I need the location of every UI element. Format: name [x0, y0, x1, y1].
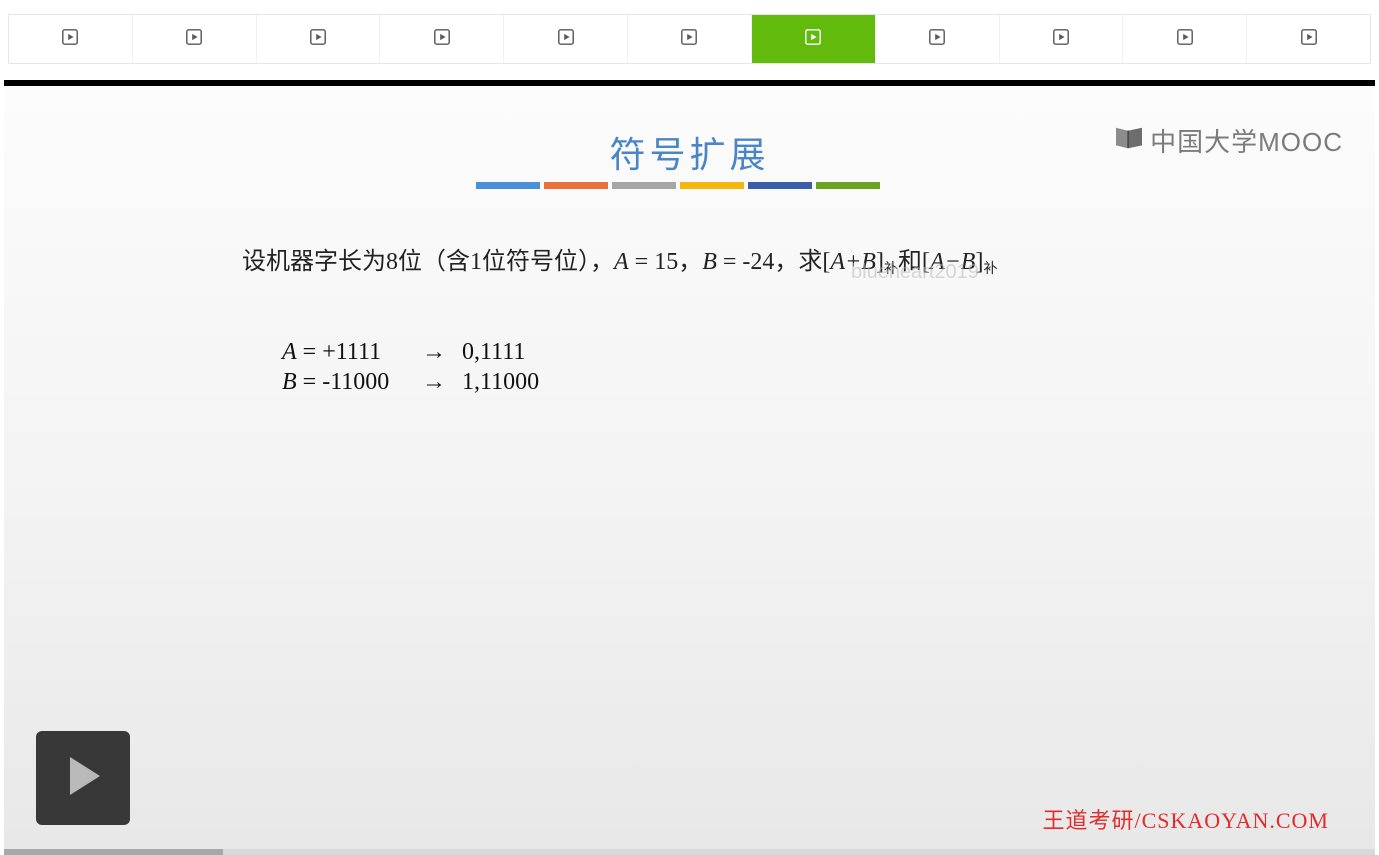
play-square-icon: [433, 28, 451, 51]
video-tab-7[interactable]: [876, 15, 1000, 63]
video-tab-6[interactable]: [752, 15, 876, 63]
play-square-icon: [1052, 28, 1070, 51]
problem-statement: 设机器字长为8位（含1位符号位），A = 15，B = -24，求[A+B]补和…: [242, 241, 997, 278]
var-B: B: [702, 249, 717, 275]
mooc-brand-text: 中国大学MOOC: [1150, 122, 1343, 159]
play-icon: [58, 751, 108, 806]
worked-rows: A = +1111→0,1111B = -11000→1,11000: [282, 338, 539, 398]
expr-AminusB: A−B: [930, 249, 976, 275]
video-tab-0[interactable]: [9, 15, 133, 63]
val-B: = -24，: [717, 249, 799, 275]
arrow-icon: →: [422, 368, 462, 396]
book-icon: [1114, 124, 1144, 157]
big-play-button[interactable]: [36, 731, 130, 825]
row-lhs: B = -11000: [282, 369, 422, 396]
play-square-icon: [185, 28, 203, 51]
problem-text: 和[: [898, 249, 930, 275]
worked-row: B = -11000→1,11000: [282, 368, 539, 398]
video-tab-4[interactable]: [504, 15, 628, 63]
play-square-icon: [680, 28, 698, 51]
problem-text: ]: [876, 249, 884, 275]
color-bar: [748, 182, 812, 189]
mooc-brand: 中国大学MOOC: [1114, 122, 1343, 159]
subscript-bu: 补: [983, 262, 997, 277]
video-player: 符号扩展 设机器字长为8位（含1位符号位），A = 15，B = -24，求[A…: [4, 80, 1375, 851]
video-tab-9[interactable]: [1123, 15, 1247, 63]
subscript-bu: 补: [884, 262, 898, 277]
play-square-icon: [309, 28, 327, 51]
play-square-icon: [1176, 28, 1194, 51]
play-square-icon: [1300, 28, 1318, 51]
video-tab-strip: [8, 14, 1371, 64]
row-rhs: 0,1111: [462, 339, 525, 366]
row-lhs: A = +1111: [282, 339, 422, 366]
video-progress-bar[interactable]: [4, 849, 1375, 855]
video-tab-3[interactable]: [380, 15, 504, 63]
play-square-icon: [557, 28, 575, 51]
play-square-icon: [804, 28, 822, 51]
problem-text: 求[: [798, 249, 830, 275]
video-tab-2[interactable]: [257, 15, 381, 63]
play-square-icon: [61, 28, 79, 51]
video-tab-1[interactable]: [133, 15, 257, 63]
problem-text: 设机器字长为8位（含1位符号位），: [242, 249, 614, 275]
video-tab-5[interactable]: [628, 15, 752, 63]
var-A: A: [614, 249, 629, 275]
val-A: = 15，: [629, 249, 703, 275]
worked-row: A = +1111→0,1111: [282, 338, 539, 368]
color-bar: [544, 182, 608, 189]
row-rhs: 1,11000: [462, 369, 539, 396]
arrow-icon: →: [422, 338, 462, 366]
progress-buffered: [4, 849, 223, 855]
video-tab-8[interactable]: [1000, 15, 1124, 63]
color-bar: [816, 182, 880, 189]
color-bar: [612, 182, 676, 189]
expr-AplusB: A+B: [830, 249, 876, 275]
color-bar: [680, 182, 744, 189]
title-underline-bars: [476, 182, 880, 189]
video-tab-10[interactable]: [1247, 15, 1370, 63]
play-square-icon: [928, 28, 946, 51]
color-bar: [476, 182, 540, 189]
footer-brand: 王道考研/CSKAOYAN.COM: [1042, 803, 1329, 835]
